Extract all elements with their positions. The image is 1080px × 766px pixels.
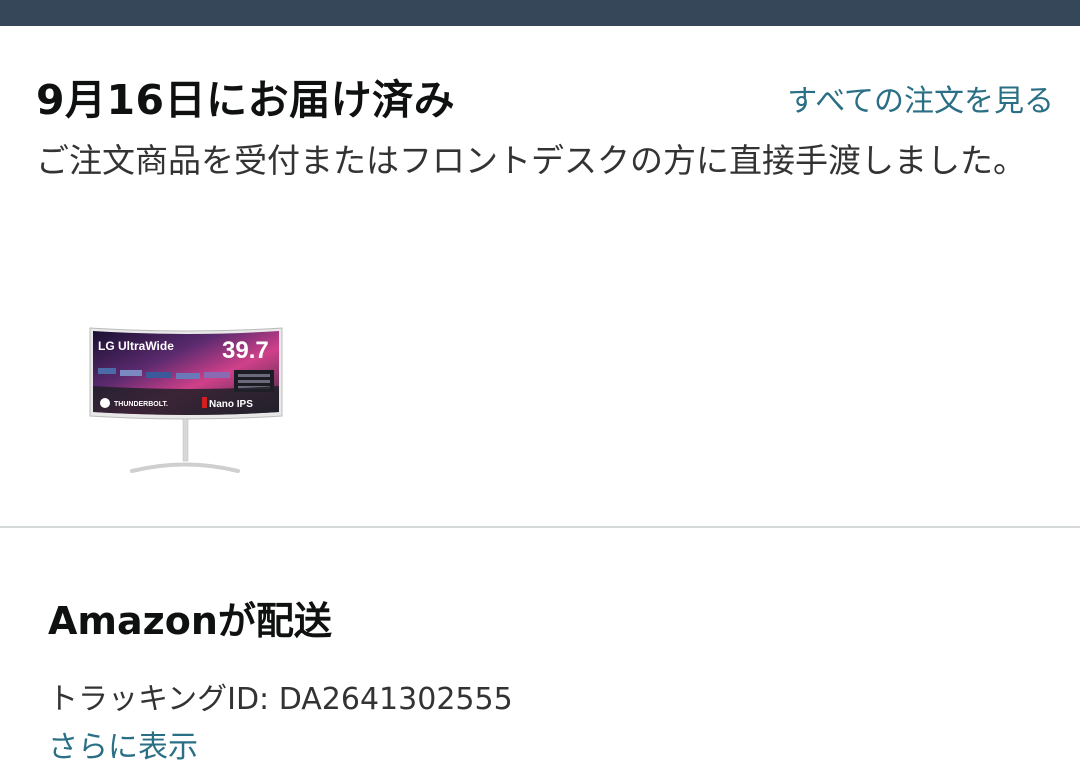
monitor-product-icon: LG UltraWide 39.7 THUNDERBOLT. Nano IPS [89, 327, 283, 473]
tracking-label: トラッキングID: [48, 682, 279, 717]
shipper-heading: Amazonが配送 [48, 599, 332, 643]
product-image[interactable]: LG UltraWide 39.7 THUNDERBOLT. Nano IPS [88, 326, 288, 473]
svg-text:THUNDERBOLT.: THUNDERBOLT. [114, 401, 168, 408]
view-all-orders-link[interactable]: すべての注文を見る [787, 76, 1054, 120]
shipping-info-section: Amazonが配送 トラッキングID: DA2641302555 さらに表示 [0, 528, 1080, 765]
app-header-bar [0, 0, 1080, 26]
svg-text:LG UltraWide: LG UltraWide [98, 339, 174, 353]
delivery-status-title: 9月16日にお届け済み [36, 76, 456, 124]
delivery-status-card: 9月16日にお届け済み すべての注文を見る ご注文商品を受付またはフロントデスク… [0, 26, 1080, 526]
tracking-id-value: DA2641302555 [278, 682, 513, 717]
tracking-id-row: トラッキングID: DA2641302555 [48, 674, 513, 718]
svg-text:39.7: 39.7 [222, 337, 269, 364]
delivery-description: ご注文商品を受付またはフロントデスクの方に直接手渡しました。 [36, 141, 1026, 180]
svg-text:Nano IPS: Nano IPS [209, 399, 253, 410]
show-more-link[interactable]: さらに表示 [48, 722, 198, 766]
